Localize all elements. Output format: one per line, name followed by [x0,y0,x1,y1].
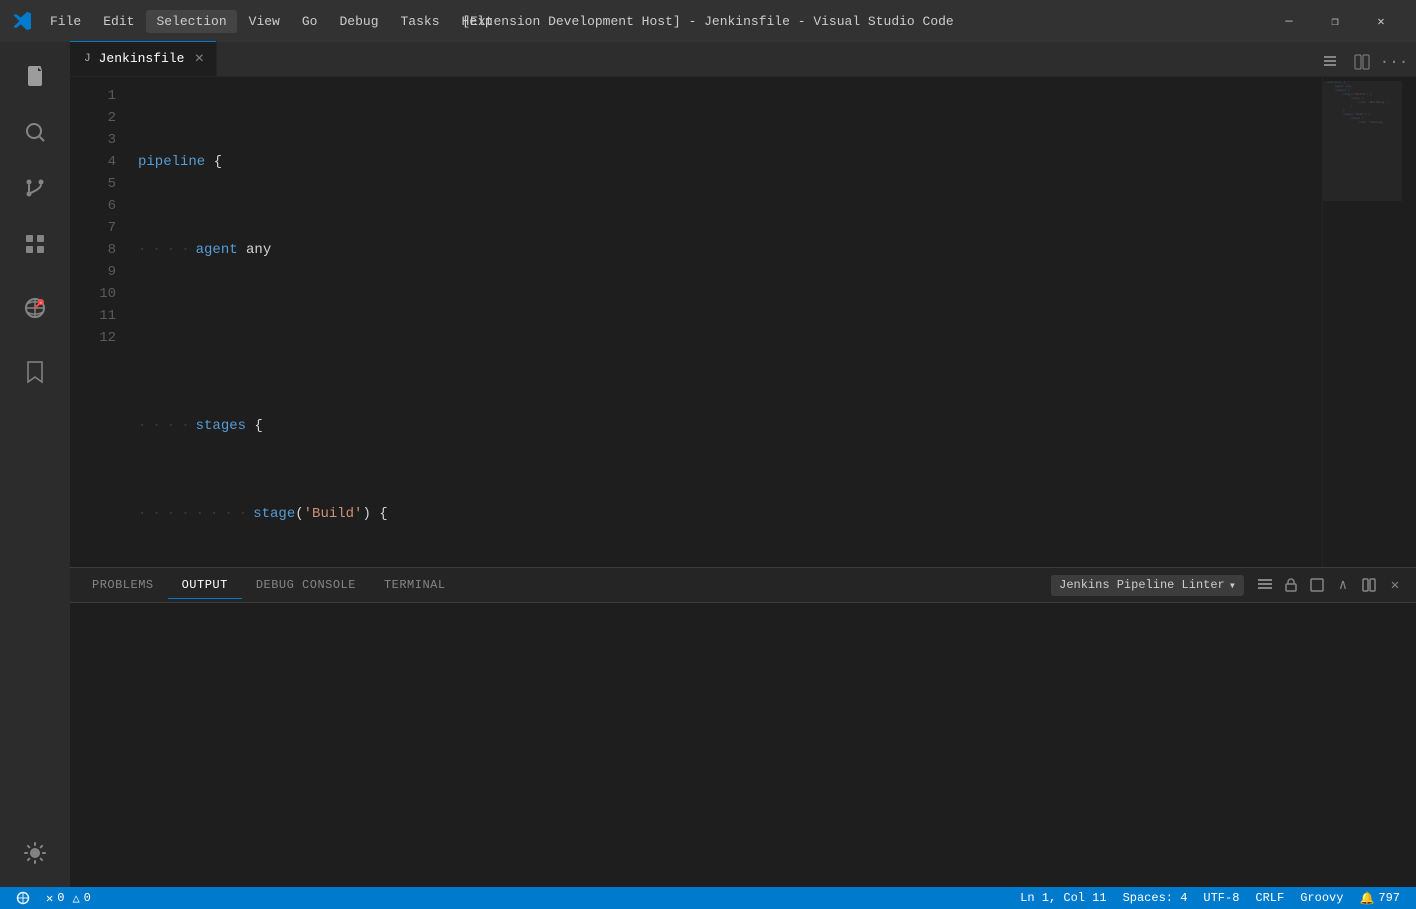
status-notifications[interactable]: 🔔 797 [1351,887,1408,909]
editor-tab-jenkinsfile[interactable]: J Jenkinsfile × [70,41,217,76]
line-number-8: 8 [70,239,134,261]
source-label: Jenkins Pipeline Linter [1059,578,1225,592]
tab-label: Jenkinsfile [99,51,185,66]
panel-close-button[interactable]: ✕ [1382,572,1408,598]
status-line-ending[interactable]: CRLF [1247,887,1292,909]
more-actions-button[interactable]: ··· [1380,48,1408,76]
line-number-10: 10 [70,283,134,305]
tab-close-button[interactable]: × [192,48,206,70]
vscode-logo-icon [12,11,32,31]
status-position[interactable]: Ln 1, Col 11 [1012,887,1114,909]
line-number-5: 5 [70,173,134,195]
panel-tab-output[interactable]: OUTPUT [168,572,242,599]
menu-go[interactable]: Go [292,10,328,33]
minimap: pipeline { agent any stages { stage('Bui… [1322,77,1402,567]
code-line-1: pipeline { [134,151,1322,173]
code-content[interactable]: pipeline { ····agent any ····stages { ··… [134,77,1322,567]
line-number-6: 6 [70,195,134,217]
split-editor-button[interactable] [1348,48,1376,76]
code-line-3 [134,327,1322,349]
menu-selection[interactable]: Selection [146,10,236,33]
line-number-1: 1 [70,85,134,107]
remote-activity-icon[interactable]: ✕ [9,282,61,334]
menu-bar: File Edit Selection View Go Debug Tasks … [40,10,503,33]
extensions-activity-icon[interactable] [9,218,61,270]
line-numbers: 1 2 3 4 5 6 7 8 9 10 11 12 [70,77,134,567]
main-layout: ✕ J Jenkinsfile × [0,42,1416,887]
line-number-11: 11 [70,305,134,327]
notification-count: 797 [1378,891,1400,905]
tab-actions: ··· [1316,48,1416,76]
line-number-7: 7 [70,217,134,239]
tab-bar: J Jenkinsfile × · [70,42,1416,77]
code-line-5: ········stage('Build') { [134,503,1322,525]
panel-split-button[interactable] [1356,572,1382,598]
panel-tab-debug-console[interactable]: DEBUG CONSOLE [242,572,370,598]
source-control-activity-icon[interactable] [9,162,61,214]
status-bar: ✕ 0 △ 0 Ln 1, Col 11 Spaces: 4 UTF-8 CRL… [0,887,1416,909]
window-title: [Extension Development Host] - Jenkinsfi… [462,14,953,29]
panel-content [70,603,1416,887]
maximize-button[interactable]: ❐ [1312,0,1358,42]
panel: PROBLEMS OUTPUT DEBUG CONSOLE TERMINAL J… [70,567,1416,887]
line-number-2: 2 [70,107,134,129]
panel-scroll-up-button[interactable]: ∧ [1330,572,1356,598]
status-spaces[interactable]: Spaces: 4 [1115,887,1196,909]
explorer-activity-icon[interactable] [9,50,61,102]
warning-count: 0 [84,891,91,905]
panel-tabs: PROBLEMS OUTPUT DEBUG CONSOLE TERMINAL J… [70,568,1416,603]
status-language[interactable]: Groovy [1292,887,1351,909]
line-number-3: 3 [70,129,134,151]
status-encoding[interactable]: UTF-8 [1195,887,1247,909]
code-editor[interactable]: 1 2 3 4 5 6 7 8 9 10 11 12 p [70,77,1416,567]
editor-area: J Jenkinsfile × · [70,42,1416,887]
menu-edit[interactable]: Edit [93,10,144,33]
status-right: Ln 1, Col 11 Spaces: 4 UTF-8 CRLF Groovy… [1012,887,1408,909]
minimize-button[interactable]: — [1266,0,1312,42]
panel-clear-button[interactable] [1304,572,1330,598]
panel-source-selector: Jenkins Pipeline Linter ▾ [1051,575,1244,596]
menu-file[interactable]: File [40,10,91,33]
activity-bar: ✕ [0,42,70,887]
line-number-12: 12 [70,327,134,349]
bell-icon: 🔔 [1359,891,1374,906]
menu-debug[interactable]: Debug [329,10,388,33]
panel-lock-button[interactable] [1278,572,1304,598]
error-count: 0 [57,891,64,905]
search-activity-icon[interactable] [9,106,61,158]
titlebar: File Edit Selection View Go Debug Tasks … [0,0,1416,42]
window-controls: — ❐ ✕ [1266,0,1404,42]
panel-tab-problems[interactable]: PROBLEMS [78,572,168,598]
settings-activity-icon[interactable] [9,827,61,879]
toggle-panel-button[interactable] [1316,48,1344,76]
panel-filter-button[interactable] [1252,572,1278,598]
source-dropdown[interactable]: Jenkins Pipeline Linter ▾ [1051,575,1244,596]
line-number-9: 9 [70,261,134,283]
warning-icon: △ [72,891,79,906]
status-remote-icon[interactable] [8,887,38,909]
code-line-2: ····agent any [134,239,1322,261]
editor-vertical-scrollbar[interactable] [1402,77,1416,567]
panel-tab-terminal[interactable]: TERMINAL [370,572,460,598]
menu-tasks[interactable]: Tasks [391,10,450,33]
error-icon: ✕ [46,891,53,906]
menu-view[interactable]: View [239,10,290,33]
code-line-4: ····stages { [134,415,1322,437]
close-button[interactable]: ✕ [1358,0,1404,42]
line-number-4: 4 [70,151,134,173]
status-errors[interactable]: ✕ 0 △ 0 [38,887,99,909]
tab-file-icon: J [84,53,91,65]
bookmarks-activity-icon[interactable] [9,346,61,398]
source-arrow-icon: ▾ [1229,578,1236,593]
